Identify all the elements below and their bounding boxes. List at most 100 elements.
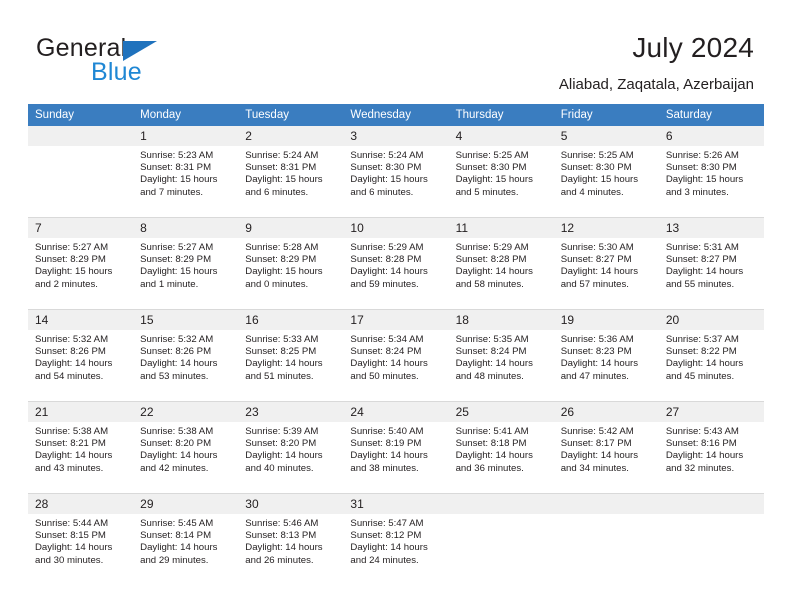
daylight-text-line2: and 43 minutes. bbox=[35, 462, 104, 474]
day-details: Sunrise: 5:30 AM Sunset: 8:27 PM Daylight:… bbox=[554, 238, 659, 291]
calendar-day-cell[interactable]: 5 Sunrise: 5:25 AM Sunset: 8:30 PM Daylight… bbox=[553, 126, 659, 218]
day-number: 20 bbox=[658, 310, 764, 330]
day-details: Sunrise: 5:41 AM Sunset: 8:18 PM Daylight:… bbox=[449, 422, 554, 475]
calendar-day-cell[interactable]: 19 Sunrise: 5:36 AM Sunset: 8:23 PM Dayligh… bbox=[553, 309, 659, 402]
calendar-day-cell[interactable]: 15 Sunrise: 5:32 AM Sunset: 8:26 PM Dayligh… bbox=[133, 309, 239, 402]
calendar-day-cell[interactable]: 18 Sunrise: 5:35 AM Sunset: 8:24 PM Dayligh… bbox=[448, 309, 554, 402]
calendar-week-row: 21 Sunrise: 5:38 AM Sunset: 8:21 PM Dayligh… bbox=[28, 401, 764, 494]
calendar-day-cell[interactable]: 20 Sunrise: 5:37 AM Sunset: 8:22 PM Dayligh… bbox=[658, 309, 764, 402]
day-details: Sunrise: 5:26 AM Sunset: 8:30 PM Daylight:… bbox=[659, 146, 764, 199]
calendar-day-cell[interactable]: 6 Sunrise: 5:26 AM Sunset: 8:30 PM Daylight… bbox=[658, 126, 764, 218]
sunrise-text: Sunrise: 5:25 AM bbox=[560, 150, 634, 161]
day-number bbox=[448, 494, 554, 514]
sunset-text: Sunset: 8:21 PM bbox=[35, 438, 106, 450]
daylight-text-line1: Daylight: 15 hours bbox=[455, 174, 533, 186]
day-details: Sunrise: 5:32 AM Sunset: 8:26 PM Daylight:… bbox=[28, 330, 133, 383]
day-details: Sunrise: 5:38 AM Sunset: 8:21 PM Daylight:… bbox=[28, 422, 133, 475]
sunset-text: Sunset: 8:20 PM bbox=[140, 438, 212, 450]
daylight-text-line1: Daylight: 14 hours bbox=[560, 266, 639, 278]
daylight-text-line1: Daylight: 15 hours bbox=[140, 266, 218, 278]
daylight-text-line1: Daylight: 14 hours bbox=[560, 450, 639, 462]
day-number: 21 bbox=[28, 402, 134, 422]
calendar-day-cell[interactable]: 25 Sunrise: 5:41 AM Sunset: 8:18 PM Dayligh… bbox=[448, 401, 554, 494]
calendar-day-cell[interactable]: 27 Sunrise: 5:43 AM Sunset: 8:16 PM Dayligh… bbox=[658, 401, 764, 494]
sunrise-text: Sunrise: 5:44 AM bbox=[35, 518, 109, 529]
daylight-text-line1: Daylight: 14 hours bbox=[665, 358, 744, 370]
calendar-day-cell[interactable]: 30 Sunrise: 5:46 AM Sunset: 8:13 PM Dayligh… bbox=[238, 493, 344, 585]
day-number: 14 bbox=[28, 310, 134, 330]
calendar-day-cell[interactable]: 12 Sunrise: 5:30 AM Sunset: 8:27 PM Dayligh… bbox=[553, 217, 659, 310]
day-details: Sunrise: 5:44 AM Sunset: 8:15 PM Daylight:… bbox=[28, 514, 133, 567]
calendar-day-cell[interactable]: 11 Sunrise: 5:29 AM Sunset: 8:28 PM Dayligh… bbox=[448, 217, 554, 310]
calendar-week-row: 7 Sunrise: 5:27 AM Sunset: 8:29 PM Daylight… bbox=[28, 217, 764, 310]
daylight-text-line2: and 3 minutes. bbox=[665, 186, 729, 198]
daylight-text-line1: Daylight: 14 hours bbox=[140, 450, 218, 462]
day-details: Sunrise: 5:33 AM Sunset: 8:25 PM Daylight:… bbox=[238, 330, 343, 383]
sunrise-text: Sunrise: 5:25 AM bbox=[455, 150, 529, 161]
day-number: 4 bbox=[448, 126, 554, 146]
calendar-day-cell[interactable]: 4 Sunrise: 5:25 AM Sunset: 8:30 PM Daylight… bbox=[448, 126, 554, 218]
day-details: Sunrise: 5:46 AM Sunset: 8:13 PM Daylight:… bbox=[238, 514, 343, 567]
calendar-day-cell[interactable]: 23 Sunrise: 5:39 AM Sunset: 8:20 PM Dayligh… bbox=[238, 401, 344, 494]
sunrise-text: Sunrise: 5:32 AM bbox=[35, 334, 109, 345]
day-number: 7 bbox=[28, 218, 134, 238]
sunrise-text: Sunrise: 5:23 AM bbox=[140, 150, 214, 161]
day-details: Sunrise: 5:45 AM Sunset: 8:14 PM Daylight:… bbox=[133, 514, 238, 567]
calendar-day-cell[interactable]: 2 Sunrise: 5:24 AM Sunset: 8:31 PM Daylight… bbox=[238, 126, 344, 218]
daylight-text-line1: Daylight: 14 hours bbox=[665, 266, 744, 278]
day-number: 3 bbox=[343, 126, 449, 146]
daylight-text-line2: and 54 minutes. bbox=[35, 370, 104, 382]
day-number bbox=[28, 126, 134, 146]
day-number: 16 bbox=[238, 310, 344, 330]
sunset-text: Sunset: 8:29 PM bbox=[35, 254, 106, 266]
calendar-day-cell[interactable]: 22 Sunrise: 5:38 AM Sunset: 8:20 PM Dayligh… bbox=[133, 401, 239, 494]
daylight-text-line1: Daylight: 15 hours bbox=[560, 174, 639, 186]
day-number: 25 bbox=[448, 402, 554, 422]
sunset-text: Sunset: 8:26 PM bbox=[140, 346, 212, 358]
daylight-text-line2: and 1 minute. bbox=[140, 278, 199, 290]
calendar-day-cell[interactable]: 13 Sunrise: 5:31 AM Sunset: 8:27 PM Dayligh… bbox=[658, 217, 764, 310]
calendar-day-cell[interactable]: 31 Sunrise: 5:47 AM Sunset: 8:12 PM Dayligh… bbox=[343, 493, 449, 585]
day-number: 6 bbox=[658, 126, 764, 146]
calendar-day-cell[interactable]: 28 Sunrise: 5:44 AM Sunset: 8:15 PM Dayligh… bbox=[28, 493, 134, 585]
calendar-day-cell[interactable]: 14 Sunrise: 5:32 AM Sunset: 8:26 PM Dayligh… bbox=[28, 309, 134, 402]
calendar-day-cell[interactable]: 8 Sunrise: 5:27 AM Sunset: 8:29 PM Daylight… bbox=[133, 217, 239, 310]
daylight-text-line2: and 59 minutes. bbox=[350, 278, 419, 290]
day-number: 28 bbox=[28, 494, 134, 514]
daylight-text-line1: Daylight: 15 hours bbox=[245, 174, 323, 186]
sunrise-text: Sunrise: 5:47 AM bbox=[350, 518, 424, 529]
daylight-text-line1: Daylight: 14 hours bbox=[140, 542, 218, 554]
calendar-day-cell[interactable]: 29 Sunrise: 5:45 AM Sunset: 8:14 PM Dayligh… bbox=[133, 493, 239, 585]
daylight-text-line1: Daylight: 14 hours bbox=[245, 450, 323, 462]
page-title: July 2024 bbox=[632, 32, 754, 63]
calendar-day-cell[interactable]: 24 Sunrise: 5:40 AM Sunset: 8:19 PM Dayligh… bbox=[343, 401, 449, 494]
daylight-text-line2: and 51 minutes. bbox=[245, 370, 314, 382]
calendar-day-cell[interactable]: 1 Sunrise: 5:23 AM Sunset: 8:31 PM Daylight… bbox=[133, 126, 239, 218]
calendar-day-cell[interactable]: 9 Sunrise: 5:28 AM Sunset: 8:29 PM Daylight… bbox=[238, 217, 344, 310]
day-number: 26 bbox=[553, 402, 659, 422]
sunset-text: Sunset: 8:31 PM bbox=[140, 162, 212, 174]
daylight-text-line2: and 57 minutes. bbox=[560, 278, 629, 290]
daylight-text-line2: and 4 minutes. bbox=[560, 186, 624, 198]
calendar-day-cell[interactable]: 26 Sunrise: 5:42 AM Sunset: 8:17 PM Dayligh… bbox=[553, 401, 659, 494]
calendar-day-cell[interactable]: 10 Sunrise: 5:29 AM Sunset: 8:28 PM Dayligh… bbox=[343, 217, 449, 310]
calendar-day-cell[interactable]: 21 Sunrise: 5:38 AM Sunset: 8:21 PM Dayligh… bbox=[28, 401, 134, 494]
daylight-text-line1: Daylight: 14 hours bbox=[350, 358, 428, 370]
daylight-text-line2: and 5 minutes. bbox=[455, 186, 519, 198]
day-details: Sunrise: 5:34 AM Sunset: 8:24 PM Daylight:… bbox=[343, 330, 448, 383]
sunrise-text: Sunrise: 5:26 AM bbox=[665, 150, 739, 161]
general-blue-logo[interactable]: General Blue bbox=[36, 34, 236, 90]
sunrise-text: Sunrise: 5:38 AM bbox=[140, 426, 214, 437]
daylight-text-line2: and 0 minutes. bbox=[245, 278, 309, 290]
weekday-header-friday: Friday bbox=[553, 104, 659, 126]
calendar-day-cell[interactable]: 3 Sunrise: 5:24 AM Sunset: 8:30 PM Daylight… bbox=[343, 126, 449, 218]
calendar-day-cell[interactable]: 17 Sunrise: 5:34 AM Sunset: 8:24 PM Dayligh… bbox=[343, 309, 449, 402]
calendar-week-row: 1 Sunrise: 5:23 AM Sunset: 8:31 PM Daylight… bbox=[28, 126, 764, 218]
day-number: 29 bbox=[133, 494, 239, 514]
calendar-day-cell[interactable]: 16 Sunrise: 5:33 AM Sunset: 8:25 PM Dayligh… bbox=[238, 309, 344, 402]
day-details: Sunrise: 5:38 AM Sunset: 8:20 PM Daylight:… bbox=[133, 422, 238, 475]
calendar-day-cell[interactable]: 7 Sunrise: 5:27 AM Sunset: 8:29 PM Daylight… bbox=[28, 217, 134, 310]
daylight-text-line1: Daylight: 14 hours bbox=[350, 450, 428, 462]
day-number: 15 bbox=[133, 310, 239, 330]
day-number: 13 bbox=[658, 218, 764, 238]
